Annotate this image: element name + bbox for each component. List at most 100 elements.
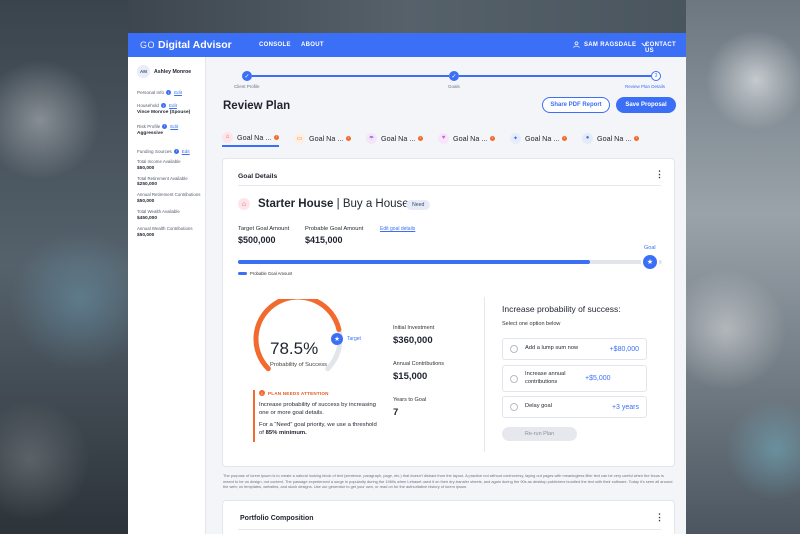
edit-household-link[interactable]: Edit xyxy=(169,103,177,108)
step-label: Goals xyxy=(448,84,460,89)
personal-info-label: Personal Info xyxy=(137,90,165,95)
nav-contact-us[interactable]: CONTACT US xyxy=(645,42,686,54)
goal-marker-label: Goal xyxy=(644,245,656,251)
household-section: Household i Edit Vince Monroe (Spouse) xyxy=(137,103,205,116)
info-icon[interactable]: i xyxy=(173,148,179,154)
funding-value: $50,000 xyxy=(137,232,155,238)
probability-label: Probability of Success xyxy=(270,362,328,368)
radio-button[interactable] xyxy=(510,374,518,383)
goal-tab[interactable]: ⌂ Goal Na ...! xyxy=(222,129,280,147)
progress-stepper: ✓ ✓ 3 Client Profile Goals Review Plan D… xyxy=(234,71,665,93)
brand-logo[interactable]: GO Digital Advisor xyxy=(140,39,232,51)
step-label: Review Plan Details xyxy=(625,84,666,89)
nav-about[interactable]: ABOUT xyxy=(301,42,324,48)
probable-goal-label: Probable Goal Amount xyxy=(305,226,364,232)
warning-icon: ! xyxy=(490,135,496,141)
option-label: Delay goal xyxy=(525,403,552,410)
annual-contributions-label: Annual Contributions xyxy=(393,361,445,367)
goal-tab[interactable]: ☂ Goal Na ...! xyxy=(366,129,424,147)
goal-tab[interactable]: ▭ Goal Na ...! xyxy=(294,129,352,147)
legend-label: Probable Goal Amount xyxy=(250,271,293,276)
annual-contributions-value: $15,000 xyxy=(393,371,428,382)
priority-badge: Need xyxy=(406,200,431,210)
background-right xyxy=(686,0,800,534)
goal-tab[interactable]: ♥ Goal Na ...! xyxy=(438,129,496,147)
share-pdf-report-button[interactable]: Share PDF Report xyxy=(542,97,610,113)
option-lump-sum[interactable]: Add a lump sum now +$80,000 xyxy=(502,338,647,360)
info-icon[interactable]: i xyxy=(160,103,166,108)
step-complete-check-icon[interactable]: ✓ xyxy=(449,71,459,81)
attention-title: PLAN NEEDS ATTENTION xyxy=(268,390,329,396)
target-goal-value: $500,000 xyxy=(238,235,276,245)
person-icon: ● xyxy=(582,132,593,144)
step-label: Client Profile xyxy=(234,84,260,89)
house-icon: ⌂ xyxy=(238,198,250,210)
user-icon xyxy=(573,41,580,48)
funding-label: Total Income Available xyxy=(137,158,181,164)
option-annual-contributions[interactable]: Increase annual contributions +$5,000 xyxy=(502,365,647,392)
radio-button[interactable] xyxy=(510,403,518,411)
target-label: Target xyxy=(347,336,361,342)
top-navbar: GO Digital Advisor CONSOLE ABOUT SAM RAG… xyxy=(128,33,686,57)
rerun-plan-button[interactable]: Re-run Plan xyxy=(502,427,577,441)
divider xyxy=(238,185,661,186)
background-left xyxy=(0,0,128,534)
goal-tab-label: Goal Na ... xyxy=(525,133,560,143)
goal-tab-label: Goal Na ... xyxy=(381,133,416,143)
option-value: +3 years xyxy=(611,403,639,411)
plan-attention-alert: ! PLAN NEEDS ATTENTION Increase probabil… xyxy=(253,390,383,442)
goal-tab-label: Goal Na ... xyxy=(453,133,488,143)
goal-name: Starter House xyxy=(258,198,334,210)
option-label: Add a lump sum now xyxy=(525,345,579,352)
attention-threshold: For a “Need” goal priority, we use a thr… xyxy=(259,421,377,436)
household-value: Vince Monroe (Spouse) xyxy=(137,110,191,115)
funding-value: $450,000 xyxy=(137,215,158,221)
goal-progress-fill xyxy=(238,260,590,264)
option-value: +$80,000 xyxy=(609,345,639,353)
option-delay-goal[interactable]: Delay goal +3 years xyxy=(502,396,647,418)
risk-profile-label: Risk Profile xyxy=(137,123,161,129)
background-top xyxy=(128,0,686,33)
brand-prefix: GO xyxy=(140,40,156,50)
goal-details-title: Goal Details xyxy=(238,173,278,180)
funding-label: Total Retirement Available xyxy=(137,175,188,181)
main-content: ✓ ✓ 3 Client Profile Goals Review Plan D… xyxy=(206,57,686,534)
client-sidebar: AM Ashley Monroe Personal Info i Edit Ho… xyxy=(128,57,206,534)
warning-icon: ! xyxy=(634,135,640,141)
increase-probability-subtitle: Select one option below xyxy=(502,321,561,327)
goal-progress-bar xyxy=(238,260,662,264)
initial-investment-label: Initial Investment xyxy=(393,325,435,331)
more-options-icon[interactable]: ⋮ xyxy=(655,170,664,179)
goal-details-card: Goal Details ⋮ ⌂ Starter House | Buy a H… xyxy=(222,158,675,467)
goal-tab[interactable]: ✦ Goal Na ...! xyxy=(510,129,568,147)
radio-button[interactable] xyxy=(510,345,518,353)
disclaimer-text: The purpose of lorem ipsum is to create … xyxy=(223,473,673,490)
edit-risk-profile-link[interactable]: Edit xyxy=(170,124,178,129)
goal-tab[interactable]: ● Goal Na ...! xyxy=(582,129,640,147)
info-icon[interactable]: i xyxy=(162,123,168,129)
warning-icon: ! xyxy=(418,135,424,141)
step-current-number[interactable]: 3 xyxy=(651,71,661,81)
funding-label: Annual Retirement Contributions xyxy=(137,192,201,198)
user-menu[interactable]: SAM RAGSDALE xyxy=(573,41,648,48)
portfolio-composition-card: Portfolio Composition ⋮ xyxy=(222,500,675,534)
save-proposal-button[interactable]: Save Proposal xyxy=(616,97,676,113)
legend-swatch xyxy=(238,272,247,275)
edit-funding-sources-link[interactable]: Edit xyxy=(182,149,190,154)
nav-console[interactable]: CONSOLE xyxy=(259,42,291,48)
goal-tab-label: Goal Na ... xyxy=(309,133,344,143)
more-options-icon[interactable]: ⋮ xyxy=(655,513,664,522)
progress-legend: Probable Goal Amount xyxy=(238,271,292,276)
warning-icon: ! xyxy=(346,135,352,141)
step-complete-check-icon[interactable]: ✓ xyxy=(242,71,252,81)
edit-goal-details-link[interactable]: Edit goal details xyxy=(380,226,415,232)
goal-tab-label: Goal Na ... xyxy=(597,133,632,143)
funding-label: Annual Wealth Contributions xyxy=(137,225,193,231)
info-icon[interactable]: i xyxy=(166,90,172,95)
household-label: Household xyxy=(137,103,159,108)
funding-sources-section: Funding Sources i Edit Total Income Avai… xyxy=(137,148,205,238)
funding-value: $250,000 xyxy=(137,182,158,188)
avatar: AM xyxy=(137,65,150,78)
funding-label: Total Wealth Available xyxy=(137,209,180,215)
edit-personal-info-link[interactable]: Edit xyxy=(174,90,182,95)
